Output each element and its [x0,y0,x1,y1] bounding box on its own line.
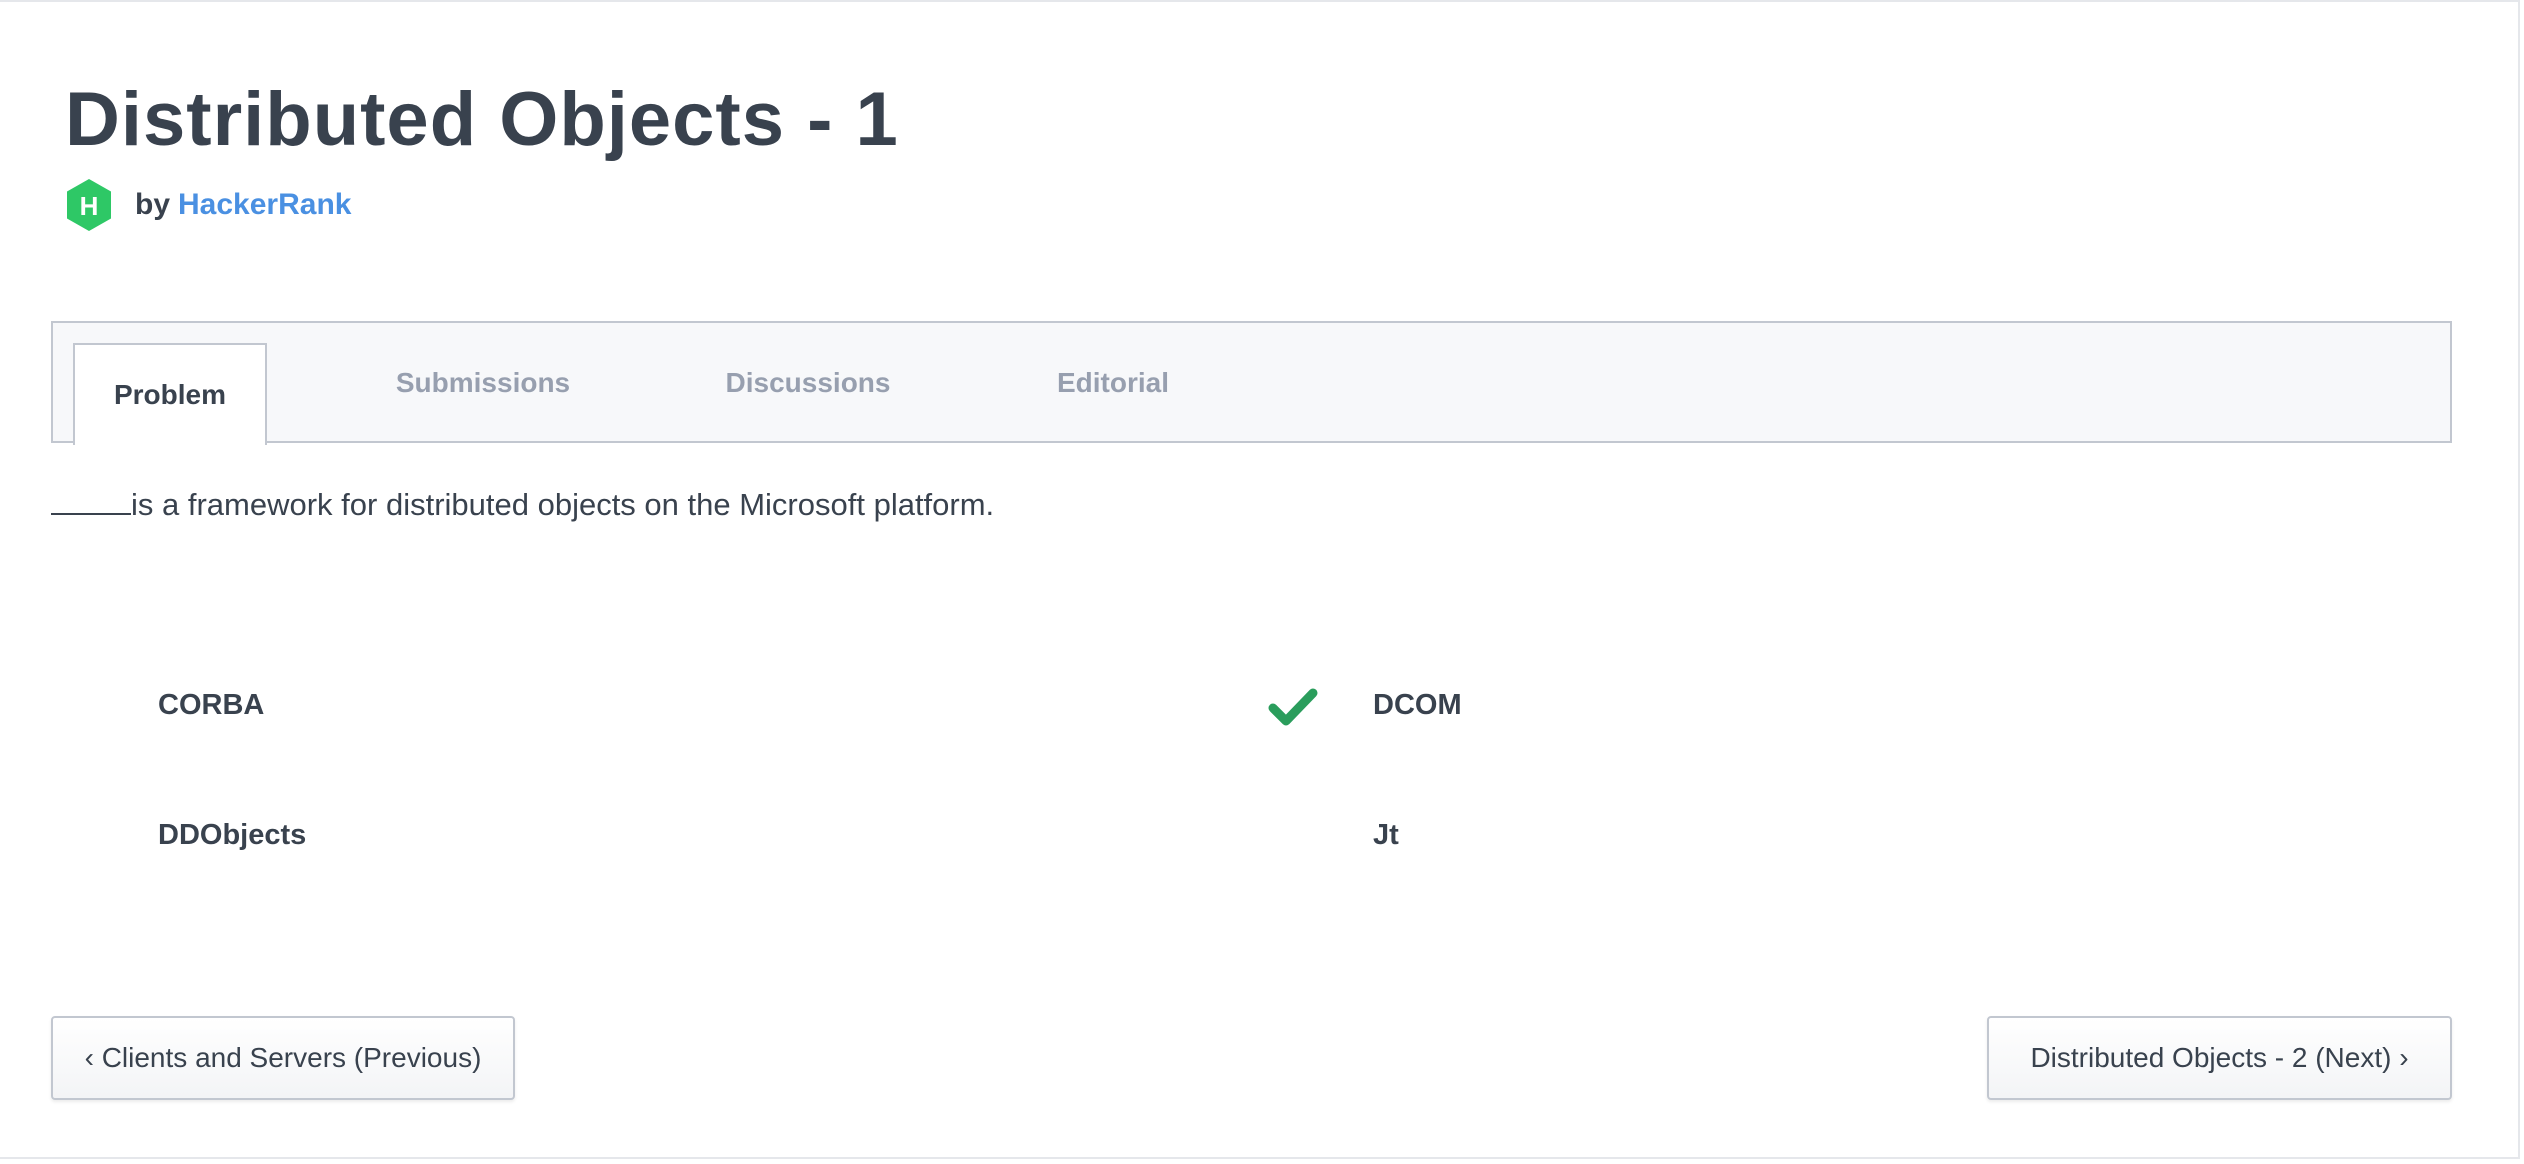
option-ddobjects[interactable]: DDObjects [158,815,306,855]
author-link[interactable]: HackerRank [178,188,351,222]
next-challenge-button[interactable]: Distributed Objects - 2 (Next) › [1987,1016,2452,1100]
tab-bar: Problem Submissions Discussions Editoria… [51,321,2452,445]
author-row: H by HackerRank [65,177,351,233]
option-corba[interactable]: CORBA [158,685,264,725]
tab-discussions[interactable]: Discussions [693,323,923,443]
previous-challenge-button[interactable]: ‹ Clients and Servers (Previous) [51,1016,515,1100]
tab-submissions[interactable]: Submissions [363,323,603,443]
tab-editorial[interactable]: Editorial [1013,323,1213,443]
svg-text:H: H [80,191,99,221]
option-dcom[interactable]: DCOM [1373,685,1462,725]
hackerrank-logo-icon: H [67,179,111,231]
question-text: is a framework for distributed objects o… [51,480,994,530]
by-label: by [135,188,171,221]
checkmark-icon [1268,688,1318,726]
page-title: Distributed Objects - 1 [65,77,899,162]
option-jt[interactable]: Jt [1373,815,1399,855]
question-body: is a framework for distributed objects o… [131,487,995,522]
challenge-page: Distributed Objects - 1 H by HackerRank … [0,0,2520,1159]
tab-problem[interactable]: Problem [73,343,267,445]
fill-in-blank [51,485,131,515]
